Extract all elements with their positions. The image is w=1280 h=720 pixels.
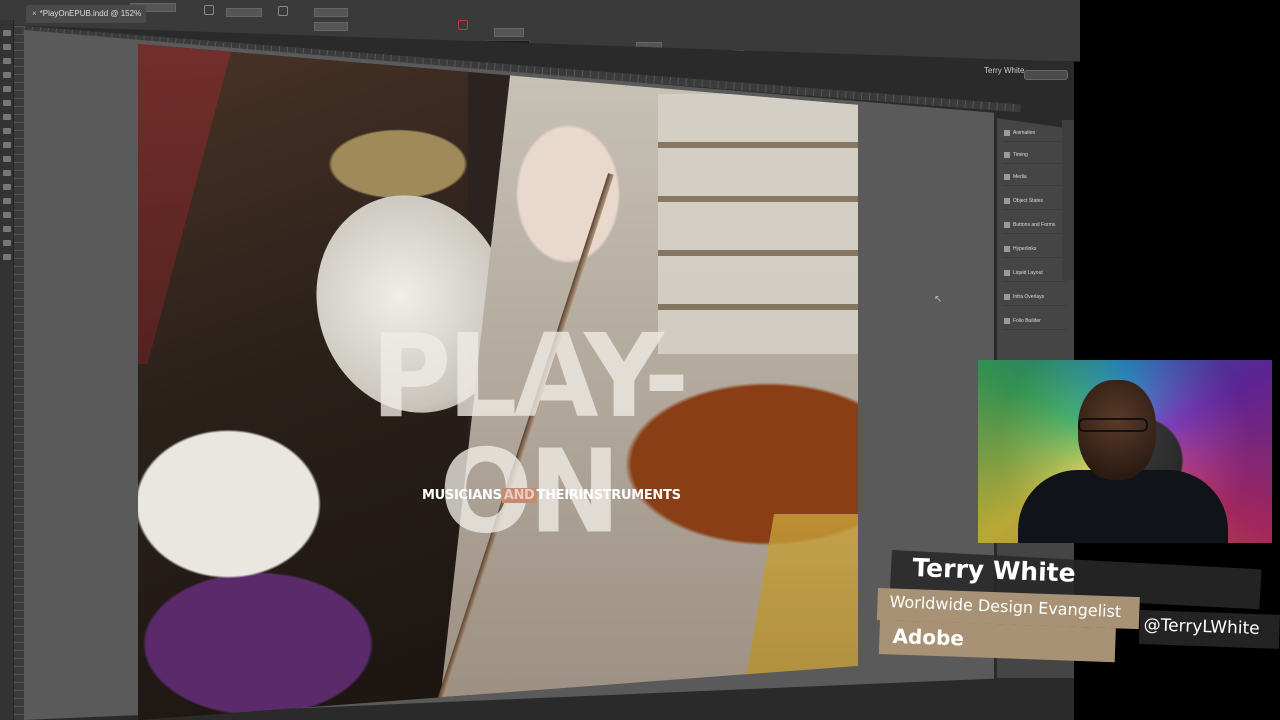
eyedropper-tool-icon[interactable] xyxy=(3,226,11,232)
subtitle-part-1: MUSICIANS xyxy=(422,488,502,503)
panel-label: Infra Overlays xyxy=(1013,294,1045,300)
panel-label: Timing xyxy=(1013,152,1028,158)
stroke-weight-field[interactable] xyxy=(494,28,524,37)
panel-label: Hyperlinks xyxy=(1013,246,1037,252)
subtitle-part-3: THEIRINSTRUMENTS xyxy=(536,488,681,503)
document-page[interactable]: PLAY-ON MUSICIANS AND THEIRINSTRUMENTS xyxy=(138,44,858,720)
field-rotate[interactable] xyxy=(314,8,348,17)
rectangle-tool-icon[interactable] xyxy=(3,156,11,162)
panel-label: Liquid Layout xyxy=(1013,270,1043,276)
panel-label: Media xyxy=(1013,174,1027,180)
free-transform-tool-icon[interactable] xyxy=(3,184,11,190)
panel-folio-builder[interactable]: Folio Builder xyxy=(1003,312,1067,330)
rectangle-frame-tool-icon[interactable] xyxy=(3,142,11,148)
presenter-glasses xyxy=(1078,418,1148,432)
field-shear[interactable] xyxy=(314,22,348,31)
mouse-cursor-icon: ↖ xyxy=(934,294,943,305)
media-icon xyxy=(1004,174,1010,180)
presenter-name: Terry White xyxy=(911,553,1077,588)
panel-icon-strip[interactable] xyxy=(1062,120,1074,280)
type-tool-icon[interactable] xyxy=(3,86,11,92)
hand-tool-icon[interactable] xyxy=(3,240,11,246)
constrain-icon[interactable] xyxy=(204,5,214,15)
fill-swatch-icon[interactable] xyxy=(458,20,468,30)
animation-icon xyxy=(1004,130,1010,136)
selection-tool-icon[interactable] xyxy=(3,30,11,36)
direct-selection-tool-icon[interactable] xyxy=(3,44,11,50)
subtitle-text[interactable]: MUSICIANS AND THEIRINSTRUMENTS xyxy=(422,488,681,503)
line-tool-icon[interactable] xyxy=(3,100,11,106)
headline-text[interactable]: PLAY-ON xyxy=(318,319,738,550)
panel-label: Animation xyxy=(1013,130,1036,136)
panel-label: Folio Builder xyxy=(1013,318,1041,324)
presenter-webcam xyxy=(978,360,1272,543)
zoom-tool-icon[interactable] xyxy=(3,254,11,260)
document-tab-label: *PlayOnEPUB.indd @ 152% xyxy=(39,9,142,18)
presenter-body xyxy=(1018,470,1228,543)
gradient-tool-icon[interactable] xyxy=(3,198,11,204)
help-search-input[interactable] xyxy=(1024,70,1068,80)
panel-overlays[interactable]: Infra Overlays xyxy=(1003,288,1067,306)
hyperlinks-icon xyxy=(1004,246,1010,252)
note-tool-icon[interactable] xyxy=(3,212,11,218)
overlays-icon xyxy=(1004,294,1010,300)
panel-label: Buttons and Forms xyxy=(1013,222,1056,228)
scissors-tool-icon[interactable] xyxy=(3,170,11,176)
timing-icon xyxy=(1004,152,1010,158)
object-states-icon xyxy=(1004,198,1010,204)
pencil-tool-icon[interactable] xyxy=(3,128,11,134)
liquid-layout-icon xyxy=(1004,270,1010,276)
panel-media[interactable]: Media xyxy=(1003,168,1067,186)
panel-hyperlinks[interactable]: Hyperlinks xyxy=(1003,240,1067,258)
subtitle-part-2: AND xyxy=(501,488,537,503)
tools-panel xyxy=(0,20,14,720)
presenter-organization: Adobe xyxy=(892,624,965,651)
close-tab-icon[interactable]: × xyxy=(32,9,37,18)
panel-timing[interactable]: Timing xyxy=(1003,146,1067,164)
panel-buttons-forms[interactable]: Buttons and Forms xyxy=(1003,216,1067,234)
buttons-forms-icon xyxy=(1004,222,1010,228)
shelves-photo xyxy=(658,94,858,354)
panel-liquid-layout[interactable]: Liquid Layout xyxy=(1003,264,1067,282)
document-tab[interactable]: × *PlayOnEPUB.indd @ 152% xyxy=(26,5,146,23)
vertical-ruler xyxy=(14,26,24,720)
flip-icon[interactable] xyxy=(278,6,288,16)
page-tool-icon[interactable] xyxy=(3,58,11,64)
panel-object-states[interactable]: Object States xyxy=(1003,192,1067,210)
gap-tool-icon[interactable] xyxy=(3,72,11,78)
presenter-handle: @TerryLWhite xyxy=(1143,615,1260,640)
field-y[interactable] xyxy=(226,8,262,17)
user-account-label[interactable]: Terry White xyxy=(984,66,1024,75)
pen-tool-icon[interactable] xyxy=(3,114,11,120)
panel-label: Object States xyxy=(1013,198,1044,204)
folio-builder-icon xyxy=(1004,318,1010,324)
